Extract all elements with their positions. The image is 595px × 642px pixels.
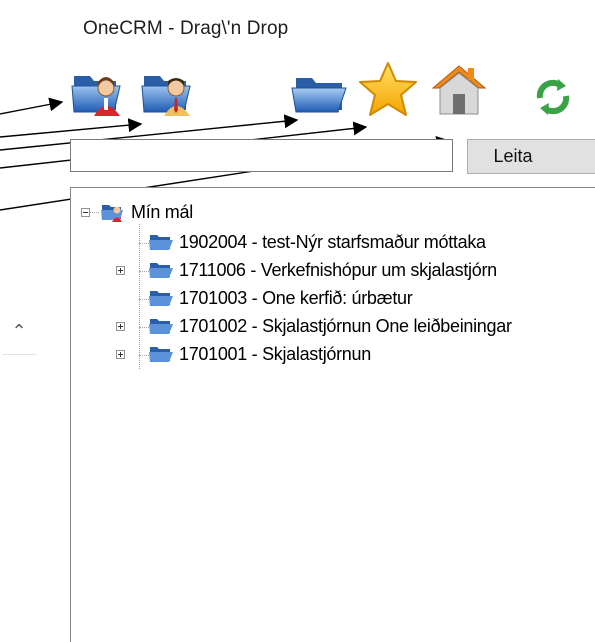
folder-icon[interactable]	[290, 66, 348, 118]
search-button[interactable]: Leita	[467, 139, 595, 174]
folder-user-male-icon[interactable]	[140, 66, 198, 118]
folder-user-icon	[101, 205, 123, 222]
window-title: OneCRM - Drag\'n Drop	[83, 18, 289, 39]
tree-item-label: 1701002 - Skjalastjórnun One leiðbeining…	[179, 316, 512, 336]
divider	[2, 354, 36, 355]
tree-item-label: 1701001 - Skjalastjórnun	[179, 344, 371, 364]
onecrm-window: OneCRM - Drag\'n Drop Leita ⌃ Mín mál 19…	[0, 0, 595, 642]
tree-item-label: 1711006 - Verkefnishópur um skjalastjórn	[179, 260, 497, 280]
arrow-line	[0, 118, 143, 138]
refresh-icon[interactable]	[530, 76, 576, 118]
arrow-line	[0, 97, 64, 115]
expand-icon[interactable]	[116, 322, 125, 331]
tree-connector	[139, 224, 140, 369]
collapse-icon[interactable]	[81, 208, 90, 217]
chevron-up-icon[interactable]: ⌃	[8, 320, 30, 342]
tree-item[interactable]: 1701003 - One kerfið: úrbætur	[149, 285, 595, 311]
case-tree[interactable]: Mín mál 1902004 - test-Nýr starfsmaður m…	[70, 187, 595, 642]
folder-icon	[149, 235, 173, 250]
folder-icon	[149, 319, 173, 334]
folder-user-female-icon[interactable]	[70, 66, 128, 118]
tree-root[interactable]: Mín mál	[79, 199, 595, 225]
search-input[interactable]	[70, 139, 453, 172]
tree-item[interactable]: 1701002 - Skjalastjórnun One leiðbeining…	[149, 313, 595, 339]
tree-root-label: Mín mál	[131, 202, 193, 222]
folder-icon	[149, 263, 173, 278]
expand-icon[interactable]	[116, 350, 125, 359]
tree-item[interactable]: 1711006 - Verkefnishópur um skjalastjórn	[149, 257, 595, 283]
folder-icon	[149, 347, 173, 362]
tree-item[interactable]: 1902004 - test-Nýr starfsmaður móttaka	[149, 229, 595, 255]
star-icon[interactable]	[357, 60, 419, 118]
home-icon[interactable]	[428, 62, 490, 118]
tree-item-label: 1902004 - test-Nýr starfsmaður móttaka	[179, 232, 486, 252]
tree-item[interactable]: 1701001 - Skjalastjórnun	[149, 341, 595, 367]
folder-icon	[149, 291, 173, 306]
expand-icon[interactable]	[116, 266, 125, 275]
tree-item-label: 1701003 - One kerfið: úrbætur	[179, 288, 413, 308]
